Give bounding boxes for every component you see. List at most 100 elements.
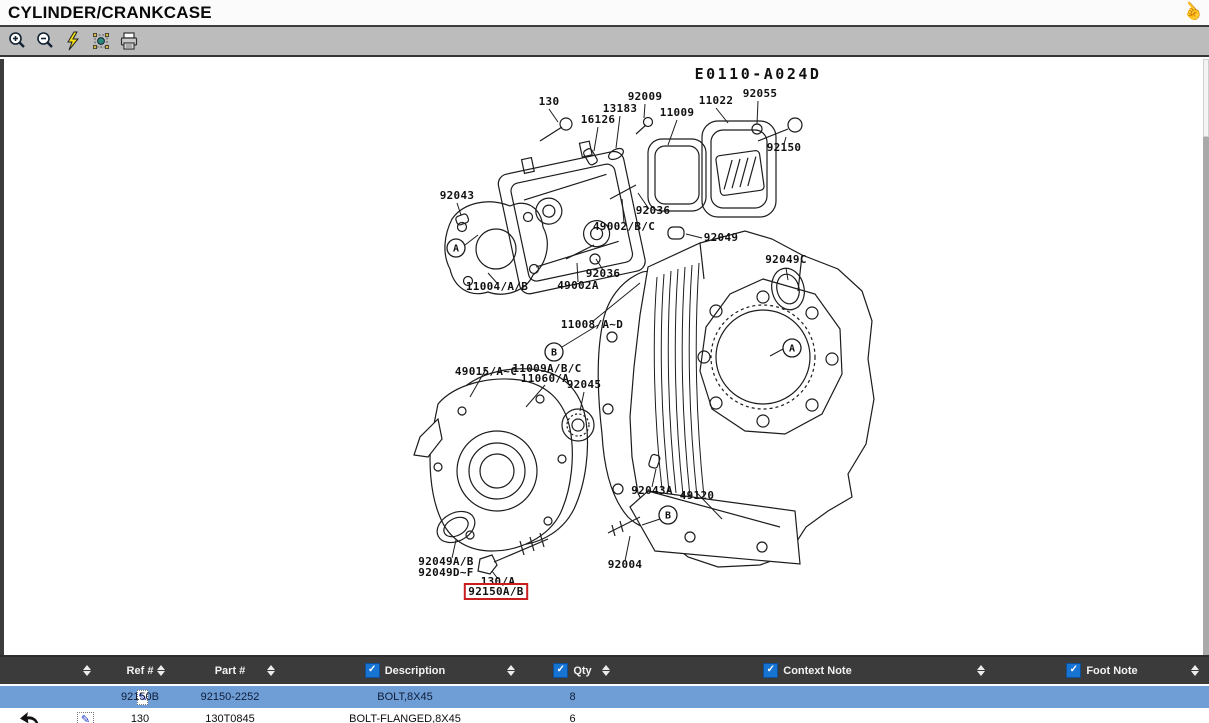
quantity: 6 [525,708,620,723]
part-label-92043A[interactable]: 92043A [631,484,673,497]
table-row[interactable]: ✎92150B92150-2252BOLT,8X458 [0,686,1209,708]
row-icon-cell: ✎ [0,690,105,705]
valve-cover-gasket-11009 [648,139,706,211]
exploded-parts-diagram: E0110-A024D13092009131831612611009110229… [0,59,1209,655]
part-label-49120[interactable]: 49120 [680,489,715,502]
part-label-11060A[interactable]: 11060/A [521,372,570,385]
ref-number: 92150B [105,686,175,708]
sort-icon[interactable] [157,665,165,676]
diagram-toolbar [0,27,1209,57]
quantity: 8 [525,686,620,708]
foot-note [995,686,1209,708]
part-label-92150AB[interactable]: 92150A/B [468,585,523,598]
zoom-in-icon [7,31,27,51]
part-label-92150[interactable]: 92150 [767,141,802,154]
table-header-row: Ref # Part # ✓ Description ✓ Qty ✓ Context Note… [0,657,1209,684]
part-number: 92150-2252 [175,686,285,708]
part-label-130[interactable]: 130 [539,95,560,108]
part-label-49015AC[interactable]: 49015/A~C [455,365,517,378]
back-arrow-icon[interactable] [0,711,60,723]
bolt-92009 [636,118,653,135]
cylinder-head-11008 [493,135,647,296]
part-label-16126[interactable]: 16126 [581,113,616,126]
part-label-49002BC[interactable]: 49002/B/C [593,220,655,233]
sort-icon[interactable] [507,665,515,676]
sort-icon[interactable] [83,665,91,676]
side-cover-49015 [414,379,572,551]
print-button[interactable] [118,30,140,52]
clip-13183 [607,146,625,161]
column-checkbox[interactable]: ✓ [365,663,380,678]
column-header-foot-note: ✓ Foot Note [995,657,1209,684]
svg-text:A: A [453,244,459,255]
sort-icon[interactable] [602,665,610,676]
column-header-part-: Part # [175,657,285,684]
part-label-92045[interactable]: 92045 [567,378,602,391]
table-row[interactable]: ✎130130T0845BOLT-FLANGED,8X456 [0,708,1209,723]
part-label-49002A[interactable]: 49002A [557,279,599,292]
part-label-92004[interactable]: 92004 [608,558,643,571]
column-label: Ref # [127,665,154,677]
print-icon [119,31,139,51]
title-bar: CYLINDER/CRANKCASE ☝ [0,0,1209,27]
flash-tool-button[interactable] [62,30,84,52]
row-icon-cell: ✎ [0,711,105,723]
select-handles-button[interactable] [90,30,112,52]
column-header-context-note: ✓ Context Note [620,657,995,684]
diagram-code: E0110-A024D [695,65,822,83]
column-label: Context Note [783,665,851,677]
part-label-11008AD[interactable]: 11008/A~D [561,318,623,331]
column-checkbox[interactable]: ✓ [763,663,778,678]
part-label-92049DF[interactable]: 92049D~F [418,566,473,579]
part-label-11022[interactable]: 11022 [699,94,734,107]
column-label: Qty [573,665,591,677]
column-label: Foot Note [1086,665,1137,677]
column-label: Part # [215,665,246,677]
column-label: Description [385,665,446,677]
column-header-ref-: Ref # [105,657,175,684]
exploded-diagram-viewport[interactable]: E0110-A024D13092009131831612611009110229… [0,59,1209,655]
part-label-92055[interactable]: 92055 [743,87,778,100]
svg-text:B: B [665,511,671,522]
sort-icon[interactable] [977,665,985,676]
part-label-11004AB[interactable]: 11004/A/B [466,280,528,293]
part-label-92049[interactable]: 92049 [704,231,739,244]
stud-92004 [608,517,640,536]
bolt-130 [540,118,572,141]
part-label-92036[interactable]: 92036 [636,204,671,217]
column-header-qty: ✓ Qty [525,657,620,684]
oring-92055 [752,124,762,134]
zoom-in-button[interactable] [6,30,28,52]
part-label-92043[interactable]: 92043 [440,189,475,202]
zoom-out-icon [35,31,55,51]
page-title: CYLINDER/CRANKCASE [0,3,212,23]
sort-icon[interactable] [267,665,275,676]
table-body: ✎92150B92150-2252BOLT,8X458✎130130T0845B… [0,686,1209,723]
diagram-scrollbar[interactable] [1203,59,1209,655]
scrollbar-thumb[interactable] [1203,59,1209,137]
note-edit-icon[interactable]: ✎ [77,712,94,723]
flash-icon [63,31,83,51]
column-header-icon [0,657,105,684]
callout-A: A [783,339,801,357]
parts-catalog-window: CYLINDER/CRANKCASE ☝ [0,0,1209,723]
part-number: 130T0845 [175,708,285,723]
hand-pointer-icon[interactable]: ☝ [1178,0,1207,26]
part-label-11009[interactable]: 11009 [660,106,695,119]
valve-cover-11022 [702,121,776,217]
callout-A: A [447,239,465,257]
description: BOLT,8X45 [285,686,525,708]
foot-note [995,708,1209,723]
context-note [620,686,995,708]
context-note [620,708,995,723]
column-checkbox[interactable]: ✓ [553,663,568,678]
callout-B: B [659,506,677,524]
parts-table: Ref # Part # ✓ Description ✓ Qty ✓ Context Note… [0,655,1209,723]
description: BOLT-FLANGED,8X45 [285,708,525,723]
sort-icon[interactable] [1191,665,1199,676]
zoom-out-button[interactable] [34,30,56,52]
part-label-92049C[interactable]: 92049C [765,253,807,266]
cap-92049-part [668,227,684,239]
column-header-description: ✓ Description [285,657,525,684]
column-checkbox[interactable]: ✓ [1066,663,1081,678]
